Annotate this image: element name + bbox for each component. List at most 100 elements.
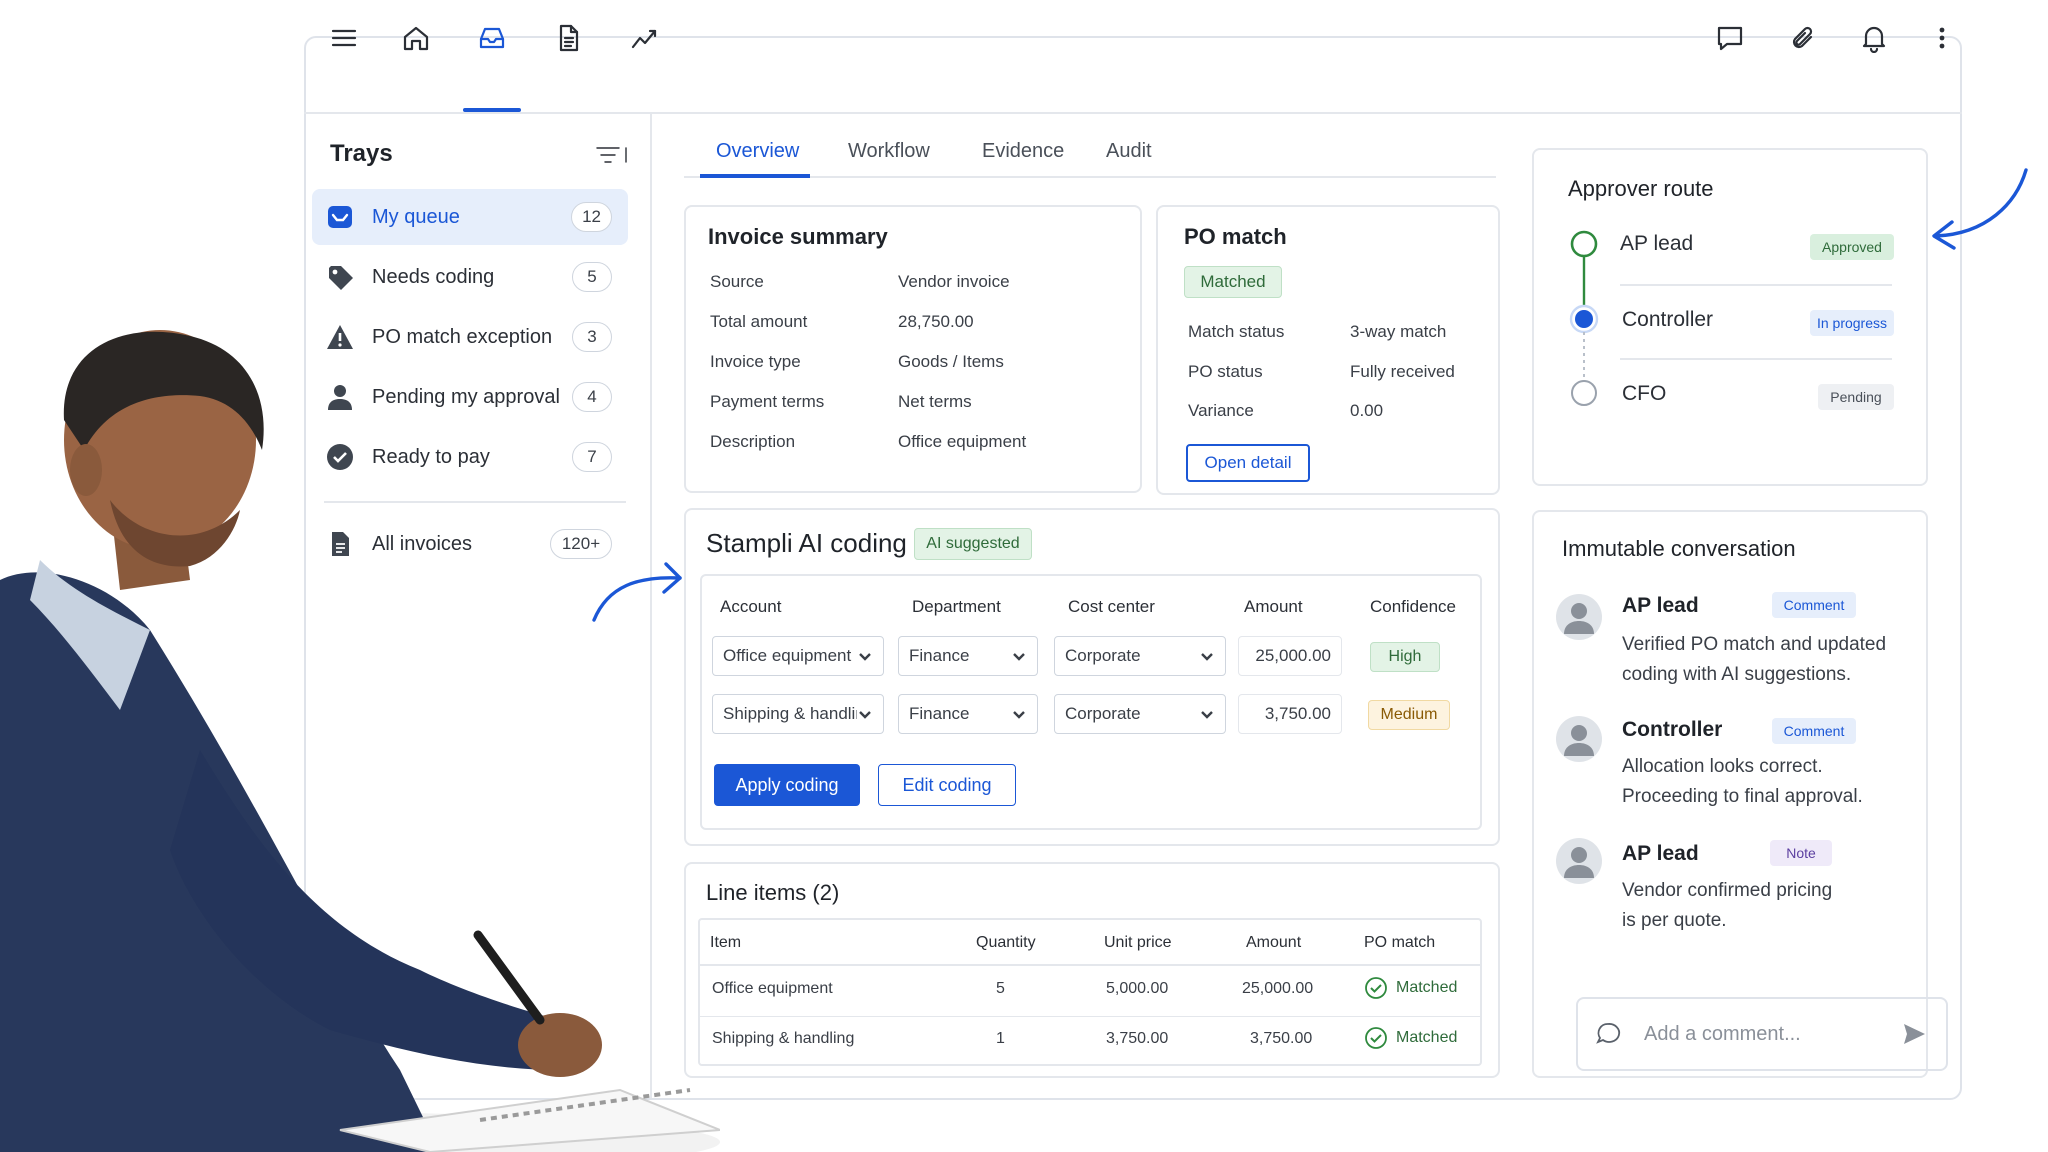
chevron-down-icon bbox=[1201, 653, 1213, 661]
ai-suggested-badge: AI suggested bbox=[914, 528, 1032, 560]
tab-indicator bbox=[700, 174, 810, 178]
route-step-name: CFO bbox=[1622, 382, 1667, 405]
column-header: Account bbox=[720, 597, 782, 616]
chevron-down-icon bbox=[1013, 711, 1025, 719]
po-match-status: Matched bbox=[1364, 976, 1457, 1000]
chat-icon[interactable] bbox=[1712, 20, 1748, 56]
account-select[interactable]: Office equipment bbox=[712, 636, 884, 676]
sidebar-item-label: My queue bbox=[372, 205, 460, 228]
divider bbox=[1620, 284, 1892, 286]
line-item-quantity: 5 bbox=[996, 980, 1005, 997]
route-step-name: AP lead bbox=[1620, 232, 1694, 255]
count-badge: 12 bbox=[571, 202, 612, 232]
comment-placeholder: Add a comment... bbox=[1644, 1022, 1801, 1045]
apply-coding-button[interactable]: Apply coding bbox=[714, 764, 860, 806]
column-header: Confidence bbox=[1370, 597, 1457, 616]
column-header: Amount bbox=[1244, 597, 1303, 616]
conversation-title: Immutable conversation bbox=[1562, 536, 1796, 561]
tab-audit[interactable]: Audit bbox=[1106, 140, 1152, 163]
sidebar-item-my-queue[interactable]: My queue 12 bbox=[312, 189, 628, 245]
inbox-icon[interactable] bbox=[474, 20, 510, 56]
field-label: Source bbox=[710, 272, 764, 291]
select-value: Corporate bbox=[1065, 704, 1141, 723]
check-circle-icon bbox=[1365, 977, 1387, 999]
department-select[interactable]: Finance bbox=[898, 636, 1038, 676]
po-match-label: Matched bbox=[1396, 979, 1458, 996]
po-match-status: Matched bbox=[1364, 1026, 1457, 1050]
line-item-unit-price: 3,750.00 bbox=[1106, 1030, 1169, 1047]
status-badge: Pending bbox=[1818, 384, 1894, 410]
select-value: Office equipment bbox=[723, 646, 852, 665]
field-value: Office equipment bbox=[898, 432, 1027, 451]
inbox-icon bbox=[324, 201, 356, 233]
select-value: Finance bbox=[909, 646, 970, 665]
tab-workflow[interactable]: Workflow bbox=[848, 140, 930, 163]
message-author: Controller bbox=[1622, 718, 1723, 741]
open-detail-button[interactable]: Open detail bbox=[1186, 444, 1310, 482]
trend-icon[interactable] bbox=[626, 20, 662, 56]
line-item-unit-price: 5,000.00 bbox=[1106, 980, 1169, 997]
invoice-summary-title: Invoice summary bbox=[708, 224, 888, 249]
field-value: Goods / Items bbox=[898, 352, 1004, 371]
chevron-down-icon bbox=[1201, 711, 1213, 719]
message-text: Verified PO match and updated coding wit… bbox=[1622, 634, 1887, 685]
message-text: Vendor confirmed pricing is per quote. bbox=[1622, 880, 1833, 931]
status-badge: In progress bbox=[1810, 310, 1894, 336]
table-divider bbox=[700, 964, 1480, 966]
column-header: Unit price bbox=[1104, 934, 1172, 951]
column-header: Quantity bbox=[976, 934, 1036, 951]
field-label: Invoice type bbox=[710, 352, 801, 371]
tab-evidence[interactable]: Evidence bbox=[982, 140, 1064, 163]
select-value: Finance bbox=[909, 704, 970, 723]
cost-center-select[interactable]: Corporate bbox=[1054, 636, 1226, 676]
line-items-title: Line items (2) bbox=[706, 880, 840, 905]
select-value: Corporate bbox=[1065, 646, 1141, 665]
field-label: Payment terms bbox=[710, 392, 825, 411]
tab-overview[interactable]: Overview bbox=[716, 140, 799, 163]
field-value: Vendor invoice bbox=[898, 272, 1010, 291]
account-select[interactable]: Shipping & handling bbox=[712, 694, 884, 734]
paperclip-icon[interactable] bbox=[1786, 20, 1822, 56]
approver-route-title: Approver route bbox=[1568, 176, 1714, 201]
document-icon[interactable] bbox=[550, 20, 586, 56]
edit-coding-button[interactable]: Edit coding bbox=[878, 764, 1016, 806]
field-value: Net terms bbox=[898, 392, 972, 411]
more-vertical-icon[interactable] bbox=[1924, 20, 1960, 56]
message-text: Allocation looks correct. Proceeding to … bbox=[1622, 756, 1863, 807]
column-header: Department bbox=[912, 597, 1001, 616]
avatar bbox=[1556, 716, 1602, 762]
sidebar-item-needs-coding[interactable]: Needs coding 5 bbox=[312, 249, 628, 305]
department-select[interactable]: Finance bbox=[898, 694, 1038, 734]
tag-icon bbox=[324, 261, 356, 293]
ai-coding-title: Stampli AI coding bbox=[706, 528, 907, 558]
comment-input[interactable]: Add a comment... bbox=[1576, 997, 1948, 1071]
chevron-down-icon bbox=[1013, 653, 1025, 661]
send-icon[interactable] bbox=[1900, 1020, 1928, 1048]
line-item-name: Office equipment bbox=[712, 980, 833, 997]
filter-icon[interactable] bbox=[594, 140, 628, 170]
cost-center-select[interactable]: Corporate bbox=[1054, 694, 1226, 734]
message-author: AP lead bbox=[1622, 594, 1699, 617]
arrow-graphic bbox=[1932, 168, 2028, 250]
avatar bbox=[1556, 594, 1602, 640]
home-icon[interactable] bbox=[398, 20, 434, 56]
route-timeline bbox=[1569, 230, 1599, 406]
table-divider bbox=[700, 1016, 1480, 1017]
field-label: Variance bbox=[1188, 401, 1254, 420]
menu-icon[interactable] bbox=[326, 20, 362, 56]
chevron-down-icon bbox=[859, 711, 871, 719]
line-item-name: Shipping & handling bbox=[712, 1030, 855, 1047]
chevron-down-icon bbox=[859, 653, 871, 661]
comment-icon bbox=[1596, 1023, 1621, 1044]
bell-icon[interactable] bbox=[1856, 20, 1892, 56]
field-label: Description bbox=[710, 432, 796, 451]
amount-field[interactable]: 3,750.00 bbox=[1238, 694, 1342, 734]
avatar bbox=[1556, 838, 1602, 884]
route-step-name: Controller bbox=[1622, 308, 1714, 331]
select-value: Shipping & handling bbox=[723, 704, 857, 723]
field-value: Fully received bbox=[1350, 362, 1455, 381]
field-label: Total amount bbox=[710, 312, 808, 331]
amount-field[interactable]: 25,000.00 bbox=[1238, 636, 1342, 676]
tab-bar bbox=[684, 132, 1496, 178]
message-tag: Note bbox=[1770, 840, 1832, 866]
